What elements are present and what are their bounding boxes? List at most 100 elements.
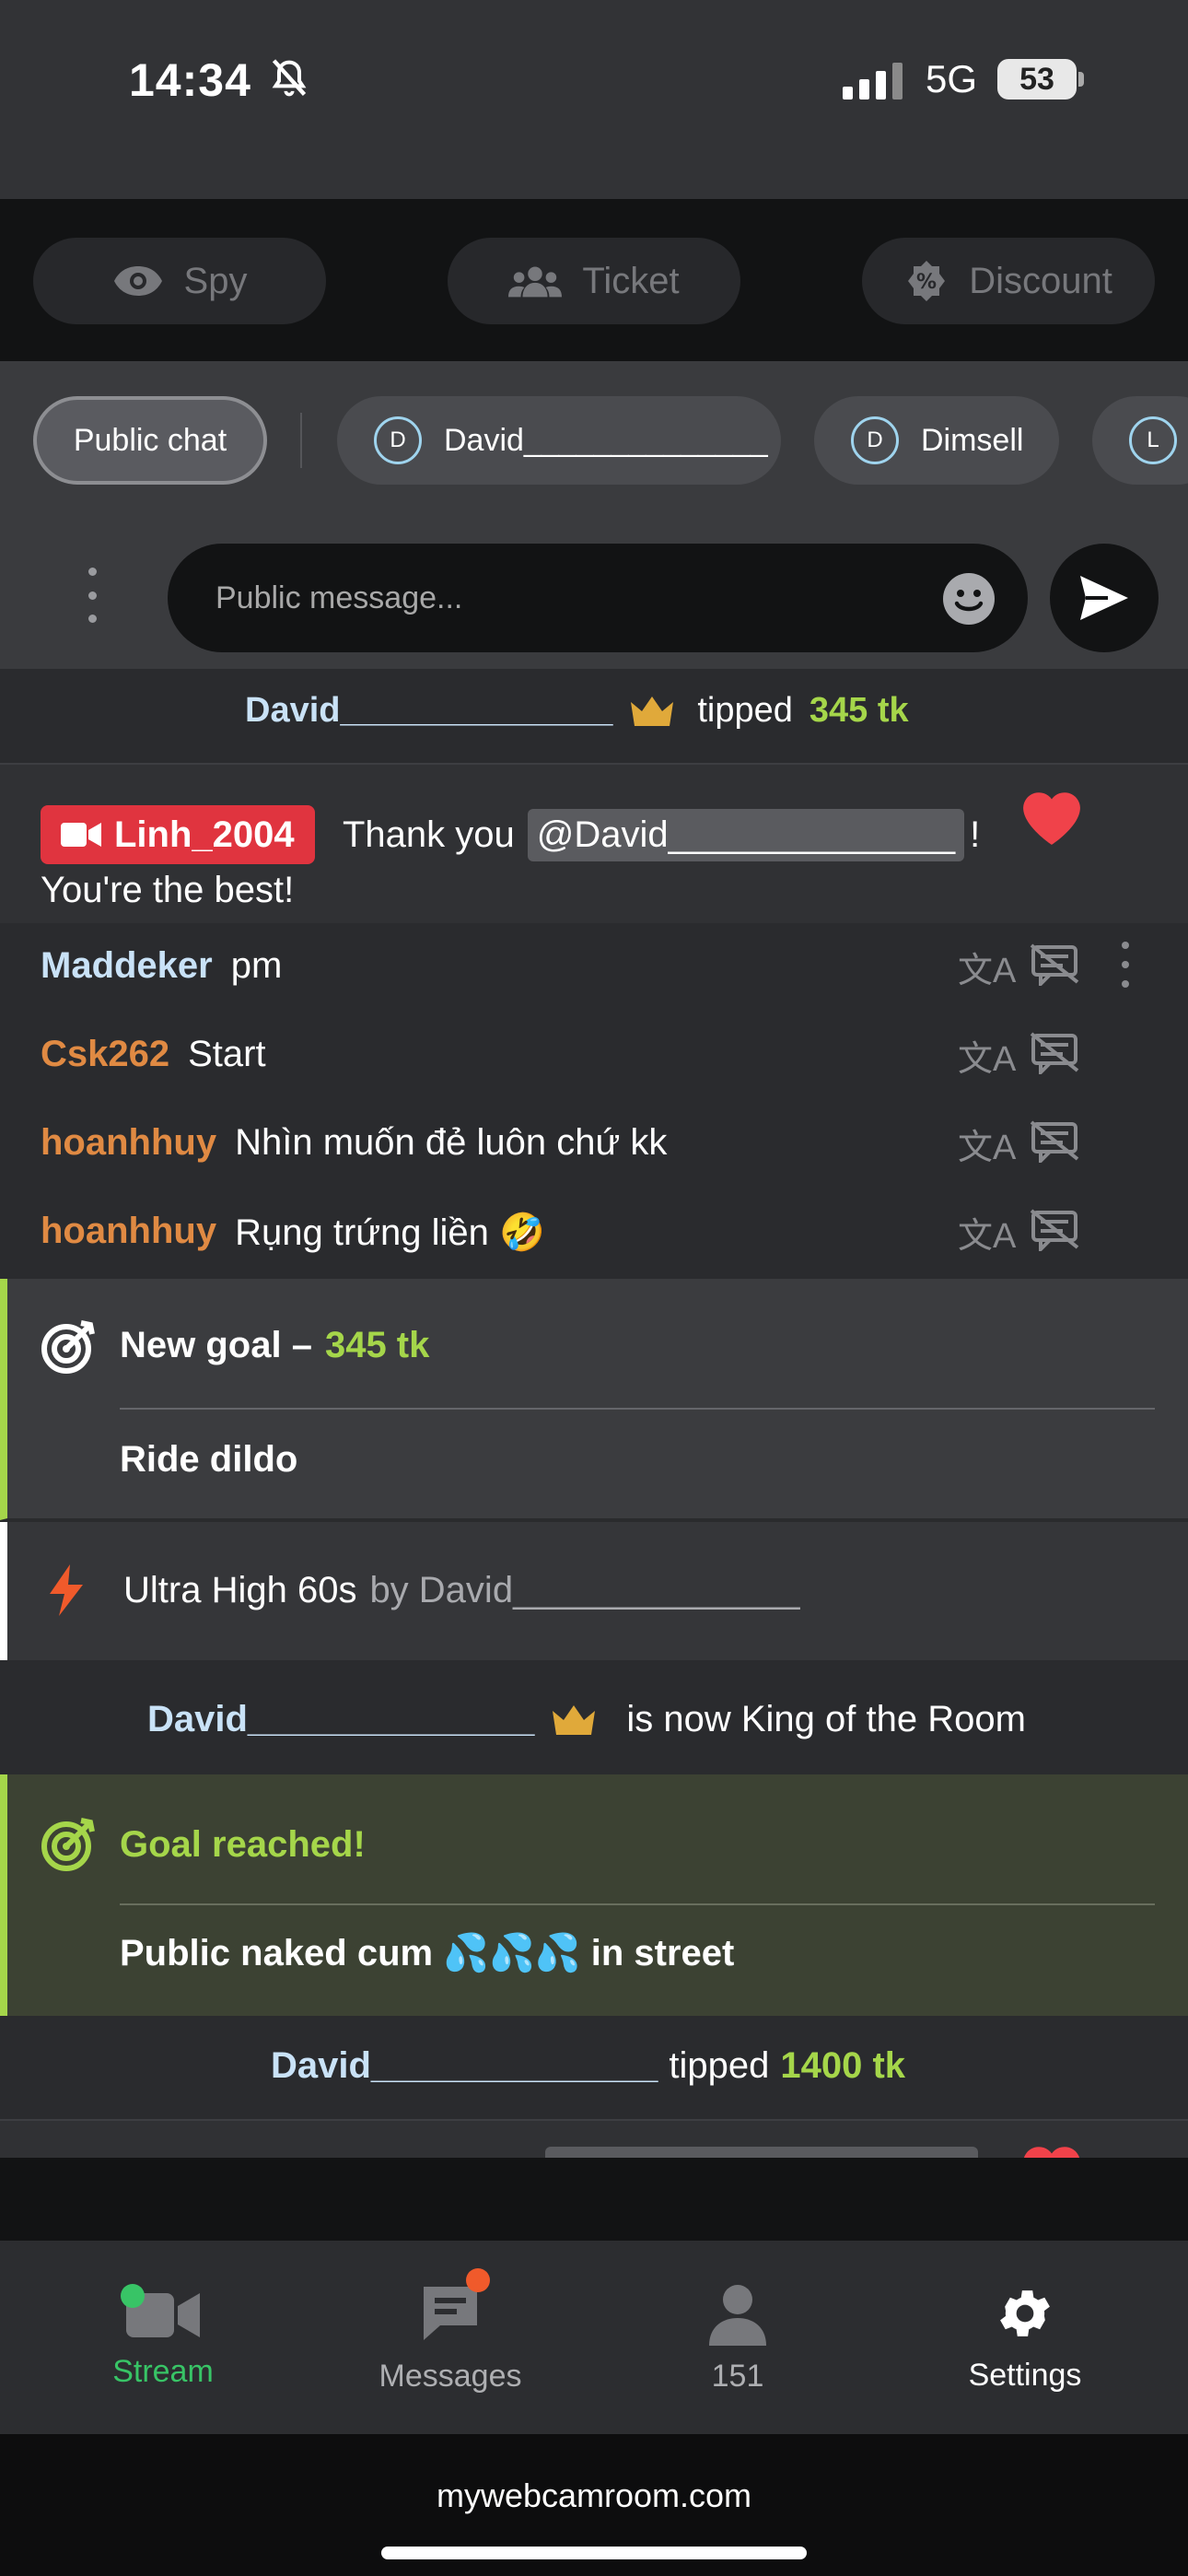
chat-username[interactable]: Csk262: [41, 1034, 169, 1075]
viewer-count: 151: [711, 2358, 764, 2394]
goal-title: New goal –: [120, 1325, 312, 1365]
chat-text: Nhìn muốn đẻ luôn chứ kk: [235, 1122, 668, 1163]
toy-activation: Ultra High 60s by David______________: [0, 1522, 1188, 1660]
hide-message-icon[interactable]: [1030, 943, 1079, 990]
tipper-name[interactable]: David______________: [271, 2045, 658, 2087]
goal-reached-card: Goal reached! Public naked cum 💦💦💦 in st…: [0, 1774, 1188, 2016]
tip-amount: 345 tk: [809, 691, 909, 730]
network-label: 5G: [926, 57, 978, 100]
spy-button[interactable]: Spy: [33, 238, 326, 324]
nav-stream-label: Stream: [112, 2353, 214, 2389]
crown-icon: [553, 1704, 596, 1735]
send-icon: [1080, 576, 1128, 620]
host-message: Linh_2004 Thank you @David______________…: [0, 765, 1188, 923]
chat-username[interactable]: Maddeker: [41, 945, 213, 987]
tipper-name[interactable]: David______________: [245, 691, 612, 731]
avatar: D: [851, 416, 899, 464]
video-camera-icon: [61, 823, 101, 847]
host-badge[interactable]: Linh_2004: [41, 805, 315, 864]
spy-label: Spy: [183, 260, 248, 301]
clock: 14:34: [129, 54, 251, 106]
bottom-nav: Stream Messages 151 Settings: [0, 2241, 1188, 2434]
tab-divider: [300, 413, 302, 468]
action-bar: Spy Ticket % Discount: [0, 199, 1188, 361]
list-item: hoanhhuy Nhìn muốn đẻ luôn chứ kk 文A: [0, 1100, 1188, 1188]
chat-messages: Maddeker pm 文A Csk262 Start 文A hoanhhuy …: [0, 923, 1188, 1279]
lightning-icon: [48, 1564, 85, 1621]
tip-amount: 1400 tk: [780, 2045, 906, 2086]
hide-message-icon[interactable]: [1030, 1120, 1079, 1167]
signal-icon: [843, 61, 903, 104]
mention-chip: [545, 2147, 978, 2158]
nav-viewers[interactable]: 151: [589, 2241, 886, 2434]
users-icon: [508, 266, 563, 298]
emoji-icon[interactable]: [941, 571, 996, 631]
send-button[interactable]: [1050, 544, 1159, 652]
tab-user-dimsell[interactable]: D Dimsell: [814, 396, 1059, 485]
nav-settings-label: Settings: [968, 2357, 1082, 2393]
discount-label: Discount: [969, 260, 1112, 301]
percent-badge-icon: %: [908, 261, 946, 301]
home-indicator: [381, 2547, 807, 2559]
tab-user-name: Dimsell: [921, 422, 1024, 458]
mention-chip[interactable]: @David______________: [527, 809, 965, 861]
toy-title: Ultra High 60s: [123, 1570, 357, 1610]
nav-stream[interactable]: Stream: [15, 2241, 311, 2434]
url-text[interactable]: mywebcamroom.com: [0, 2476, 1188, 2515]
chat-text: pm: [230, 945, 283, 986]
svg-text:%: %: [916, 271, 937, 294]
nav-settings[interactable]: Settings: [877, 2241, 1173, 2434]
king-name[interactable]: David______________: [147, 1699, 534, 1740]
heart-icon: [1017, 2139, 1087, 2158]
battery-icon: 53: [997, 59, 1077, 100]
king-text: is now King of the Room: [626, 1699, 1026, 1739]
target-icon: [41, 1319, 96, 1379]
battery-tip: [1078, 72, 1084, 87]
heart-icon[interactable]: [1017, 785, 1087, 852]
goal-reached-description: Public naked cum 💦💦💦 in street: [120, 1933, 735, 1973]
more-options-icon[interactable]: [83, 568, 101, 623]
hide-message-icon[interactable]: [1030, 1209, 1079, 1256]
crown-icon: [631, 696, 674, 726]
gear-icon: [1000, 2289, 1050, 2336]
tip-notice: David______________ tipped 1400 tk: [0, 2018, 1188, 2121]
translate-icon[interactable]: 文A: [958, 1118, 1016, 1169]
message-menu-icon[interactable]: [1120, 942, 1131, 988]
tab-user-l[interactable]: L: [1092, 396, 1188, 485]
message-text: !: [970, 814, 981, 855]
ticket-label: Ticket: [582, 260, 680, 301]
tip-notice: David______________ tipped 345 tk: [0, 669, 1188, 765]
ticket-button[interactable]: Ticket: [448, 238, 740, 324]
goal-reached-title: Goal reached!: [120, 1824, 366, 1865]
tab-user-david[interactable]: D David______________: [337, 396, 781, 485]
target-icon: [41, 1817, 96, 1877]
nav-messages-label: Messages: [379, 2358, 522, 2394]
translate-icon[interactable]: 文A: [958, 1207, 1016, 1258]
chat-username[interactable]: hoanhhuy: [41, 1122, 216, 1164]
avatar: L: [1129, 416, 1177, 464]
chat-text: Rụng trứng liền 🤣: [235, 1212, 545, 1253]
goal-divider: [120, 1408, 1155, 1410]
status-bar: 14:34 5G 53: [0, 0, 1188, 199]
tab-user-name: David______________: [444, 422, 768, 458]
person-icon: [709, 2284, 766, 2346]
goal-amount: 345 tk: [324, 1325, 430, 1365]
nav-messages[interactable]: Messages: [302, 2241, 599, 2434]
translate-icon[interactable]: 文A: [958, 1030, 1016, 1081]
list-item: Csk262 Start 文A: [0, 1012, 1188, 1100]
list-item: hoanhhuy Rụng trứng liền 🤣 文A: [0, 1188, 1188, 1277]
goal-description: Ride dildo: [120, 1439, 298, 1480]
translate-icon[interactable]: 文A: [958, 942, 1016, 992]
discount-button[interactable]: % Discount: [862, 238, 1155, 324]
message-input-row: [0, 518, 1188, 669]
goal-divider: [120, 1903, 1155, 1905]
hide-message-icon[interactable]: [1030, 1032, 1079, 1079]
chat-username[interactable]: hoanhhuy: [41, 1211, 216, 1254]
tab-public-chat-label: Public chat: [73, 422, 227, 458]
tab-public-chat[interactable]: Public chat: [33, 396, 267, 485]
partial-message: [0, 2121, 1188, 2158]
public-message-input[interactable]: [168, 544, 1028, 652]
list-item: Maddeker pm 文A: [0, 923, 1188, 1012]
king-notice: David______________ is now King of the R…: [0, 1660, 1188, 1774]
new-goal-card: New goal – 345 tk Ride dildo: [0, 1279, 1188, 1520]
